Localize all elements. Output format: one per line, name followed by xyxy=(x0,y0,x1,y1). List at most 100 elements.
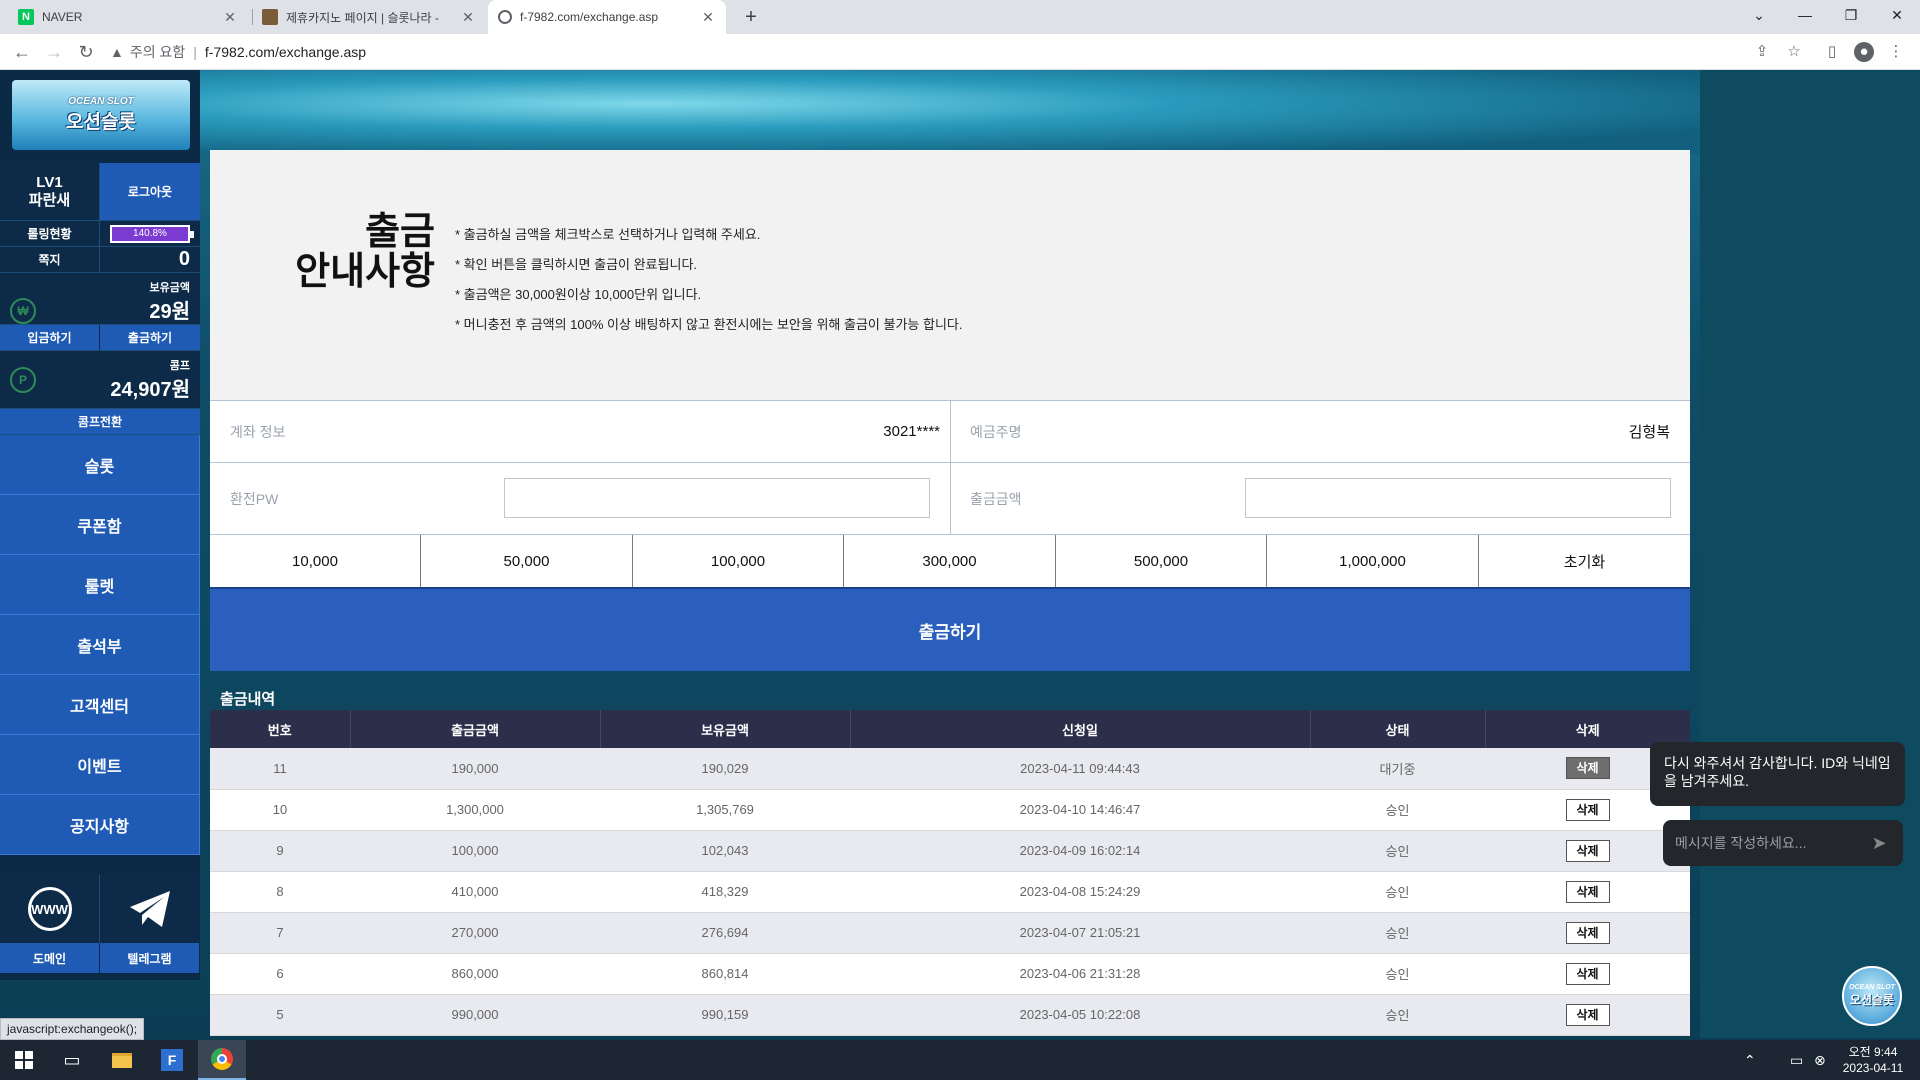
delete-button[interactable]: 삭제 xyxy=(1565,962,1610,985)
menu-slot[interactable]: 슬롯 xyxy=(0,435,200,495)
minimize-icon[interactable]: — xyxy=(1782,0,1828,30)
cell-delete: 삭제 xyxy=(1485,953,1690,995)
withdraw-submit-button[interactable]: 출금하기 xyxy=(210,587,1690,671)
close-tab-icon[interactable]: ✕ xyxy=(222,9,238,26)
cell-status: 승인 xyxy=(1310,830,1485,872)
domain-label[interactable]: 도메인 xyxy=(0,943,100,973)
back-arrow-icon[interactable]: ← xyxy=(10,40,34,64)
send-arrow-icon[interactable]: ➤ xyxy=(1867,831,1891,855)
amount-100000-button[interactable]: 100,000 xyxy=(633,535,844,587)
cell-status: 승인 xyxy=(1310,912,1485,954)
delete-button[interactable]: 삭제 xyxy=(1565,798,1610,821)
domain-button[interactable]: WWW xyxy=(0,875,100,943)
delete-button[interactable]: 삭제 xyxy=(1565,1003,1610,1026)
telegram-button[interactable] xyxy=(100,875,200,943)
exchange-pw-input[interactable] xyxy=(504,478,930,518)
logout-button[interactable]: 로그아웃 xyxy=(100,163,200,221)
telegram-label[interactable]: 텔레그램 xyxy=(100,943,200,973)
comp-convert-button[interactable]: 콤프전환 xyxy=(0,409,200,435)
chrome-icon[interactable] xyxy=(198,1040,246,1080)
cell-balance: 1,305,769 xyxy=(600,789,850,831)
clock-date: 2023-04-11 xyxy=(1842,1061,1904,1075)
address-bar[interactable]: ▲ 주의 요함 | f-7982.com/exchange.asp xyxy=(110,38,1750,66)
table-header-row: 번호 출금금액 보유금액 신청일 상태 삭제 xyxy=(210,710,1690,748)
account-row: 계좌 정보 3021**** 예금주명 김형복 xyxy=(210,400,1690,462)
forward-arrow-icon[interactable]: → xyxy=(42,40,66,64)
cell-no: 5 xyxy=(210,994,350,1036)
withdraw-amount-input[interactable] xyxy=(1245,478,1671,518)
cell-delete: 삭제 xyxy=(1485,871,1690,913)
close-tab-icon[interactable]: ✕ xyxy=(700,9,716,26)
deposit-button[interactable]: 입금하기 xyxy=(0,325,100,351)
amount-500000-button[interactable]: 500,000 xyxy=(1056,535,1267,587)
site-logo[interactable]: OCEAN SLOT 오션슬롯 xyxy=(12,80,190,150)
withdraw-history-table: 번호 출금금액 보유금액 신청일 상태 삭제 11 190,000 190,02… xyxy=(210,710,1690,1036)
account-value-text: 3021**** xyxy=(883,423,940,440)
restore-icon[interactable]: ❐ xyxy=(1828,0,1874,30)
chat-message-input[interactable]: 메시지를 작성하세요... ➤ xyxy=(1663,820,1903,866)
holder-value: 김형복 xyxy=(1570,401,1670,462)
cell-balance: 860,814 xyxy=(600,953,850,995)
notice-item: * 출금하실 금액을 체크박스로 선택하거나 입력해 주세요. xyxy=(455,227,761,242)
cell-date: 2023-04-06 21:31:28 xyxy=(850,953,1310,995)
amount-50000-button[interactable]: 50,000 xyxy=(421,535,633,587)
cell-balance: 418,329 xyxy=(600,871,850,913)
amount-10000-button[interactable]: 10,000 xyxy=(210,535,421,587)
amount-buttons-row: 10,000 50,000 100,000 300,000 500,000 1,… xyxy=(210,534,1690,587)
amount-1000000-button[interactable]: 1,000,000 xyxy=(1267,535,1479,587)
menu-event[interactable]: 이벤트 xyxy=(0,735,200,795)
menu-customer-center[interactable]: 고객센터 xyxy=(0,675,200,735)
reload-icon[interactable]: ↻ xyxy=(74,40,98,64)
delete-button[interactable]: 삭제 xyxy=(1565,839,1610,862)
battery-cap xyxy=(190,230,194,238)
user-level-box: LV1 파란새 xyxy=(0,163,100,221)
delete-button[interactable]: 삭제 xyxy=(1565,921,1610,944)
tab-naver[interactable]: N NAVER ✕ xyxy=(8,0,248,34)
cell-date: 2023-04-05 10:22:08 xyxy=(850,994,1310,1036)
network-icon[interactable]: ▭ xyxy=(1790,1040,1803,1080)
menu-roulette[interactable]: 룰렛 xyxy=(0,555,200,615)
withdraw-button[interactable]: 출금하기 xyxy=(100,325,200,351)
menu-attendance[interactable]: 출석부 xyxy=(0,615,200,675)
status-bar-url: javascript:exchangeok(); xyxy=(0,1018,145,1040)
delete-button[interactable]: 삭제 xyxy=(1565,757,1610,780)
logo-korean: 오션슬롯 xyxy=(66,112,136,133)
note-count[interactable]: 0 xyxy=(100,247,200,273)
chat-launcher-logo[interactable]: OCEAN SLOT 오션슬롯 xyxy=(1842,966,1902,1026)
windows-start-icon[interactable] xyxy=(0,1040,48,1080)
warning-triangle-icon[interactable]: ▲ xyxy=(110,44,124,60)
amount-300000-button[interactable]: 300,000 xyxy=(844,535,1056,587)
menu-coupon[interactable]: 쿠폰함 xyxy=(0,495,200,555)
cell-no: 9 xyxy=(210,830,350,872)
menu-notice[interactable]: 공지사항 xyxy=(0,795,200,855)
tray-chevron-icon[interactable]: ⌃ xyxy=(1744,1040,1756,1080)
file-explorer-icon[interactable] xyxy=(98,1040,146,1080)
url-text[interactable]: f-7982.com/exchange.asp xyxy=(205,44,366,60)
app-icon[interactable]: F xyxy=(148,1040,196,1080)
side-panel-icon[interactable]: ▯ xyxy=(1822,42,1842,62)
col-amount: 출금금액 xyxy=(350,710,601,748)
cell-status: 승인 xyxy=(1310,994,1485,1036)
cell-amount: 410,000 xyxy=(350,871,600,913)
browser-toolbar: ← → ↻ ▲ 주의 요함 | f-7982.com/exchange.asp … xyxy=(0,34,1920,70)
reset-amount-button[interactable]: 초기화 xyxy=(1479,535,1690,587)
close-tab-icon[interactable]: ✕ xyxy=(460,9,476,26)
profile-avatar-icon[interactable]: ● xyxy=(1854,42,1874,62)
note-label[interactable]: 쪽지 xyxy=(0,247,100,273)
tab-search-chevron-icon[interactable]: ⌄ xyxy=(1736,0,1782,30)
close-window-icon[interactable]: ✕ xyxy=(1874,0,1920,30)
task-view-icon[interactable]: ▭ xyxy=(48,1040,96,1080)
more-menu-icon[interactable]: ⋮ xyxy=(1886,42,1906,62)
security-label[interactable]: 주의 요함 xyxy=(130,42,185,62)
new-tab-button[interactable]: + xyxy=(738,4,764,30)
tab-exchange[interactable]: f-7982.com/exchange.asp ✕ xyxy=(488,0,726,34)
delete-button[interactable]: 삭제 xyxy=(1565,880,1610,903)
bookmark-star-icon[interactable]: ☆ xyxy=(1784,42,1804,62)
share-icon[interactable]: ⇪ xyxy=(1752,42,1772,62)
cell-date: 2023-04-09 16:02:14 xyxy=(850,830,1310,872)
www-globe-icon: WWW xyxy=(27,887,72,931)
column-divider xyxy=(950,463,951,534)
tab-slotnara[interactable]: 제휴카지노 페이지 | 슬롯나라 - ✕ xyxy=(252,0,486,34)
taskbar-clock[interactable]: 오전 9:44 2023-04-11 xyxy=(1838,1044,1908,1076)
mute-icon[interactable]: ⊗ xyxy=(1814,1040,1826,1080)
